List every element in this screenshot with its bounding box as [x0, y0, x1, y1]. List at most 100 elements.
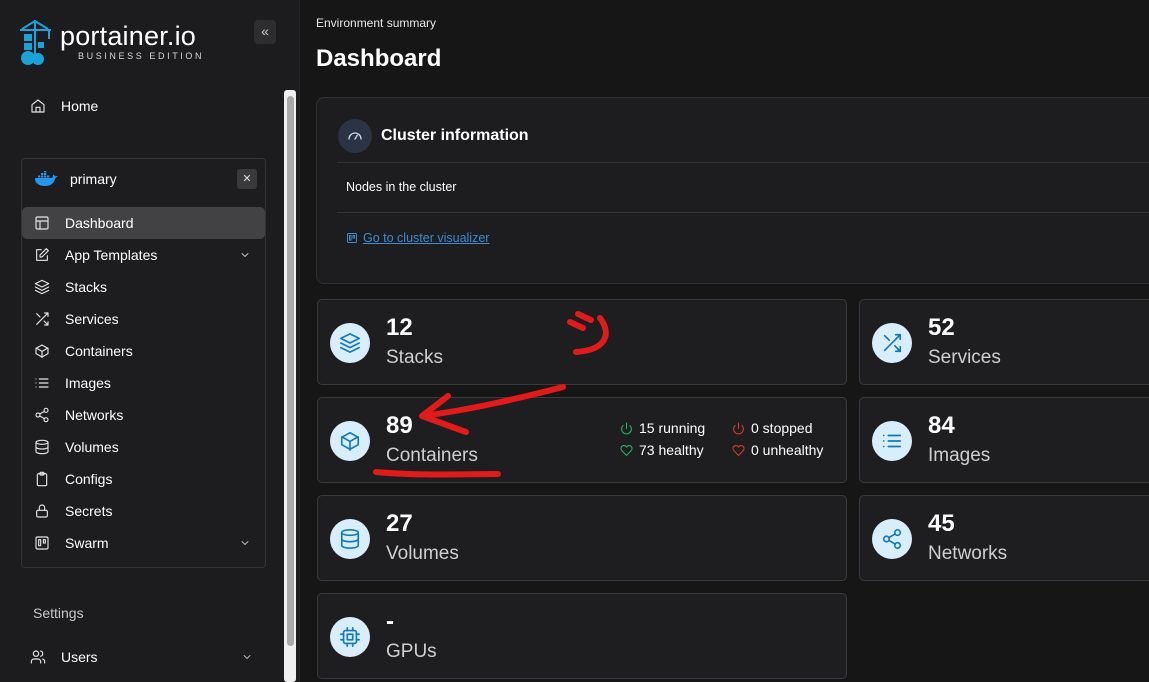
volumes-count: 27	[386, 510, 413, 537]
healthy-count: 73 healthy	[639, 442, 704, 458]
chevron-down-icon[interactable]	[241, 651, 253, 663]
trello-icon	[347, 233, 357, 243]
sidebar-item-label: App Templates	[65, 247, 158, 263]
running-status: 15 running	[620, 420, 705, 436]
containers-label: Containers	[386, 445, 478, 466]
volumes-card[interactable]: 27 Volumes	[317, 495, 847, 581]
sidebar: portainer.io BUSINESS EDITION « Home pri…	[0, 0, 300, 682]
images-count: 84	[928, 412, 955, 439]
sidebar-item-label: Containers	[65, 343, 133, 359]
breadcrumb: Environment summary	[316, 16, 437, 30]
cluster-info-title: Cluster information	[381, 127, 529, 144]
cluster-info-card: Cluster information Nodes in the cluster…	[316, 97, 1149, 284]
docker-icon	[35, 171, 58, 186]
power-icon	[733, 422, 744, 434]
home-icon	[31, 99, 45, 113]
networks-card[interactable]: 45 Networks	[859, 495, 1149, 581]
sidebar-item-configs[interactable]: Configs	[22, 463, 265, 495]
stacks-label: Stacks	[386, 347, 444, 368]
sidebar-item-label: Configs	[65, 471, 113, 487]
images-card[interactable]: 84 Images	[859, 397, 1149, 483]
database-icon	[330, 519, 370, 559]
nodes-in-cluster-label: Nodes in the cluster	[346, 180, 457, 194]
services-count: 52	[928, 314, 955, 341]
sidebar-item-label: Swarm	[65, 535, 109, 551]
services-label: Services	[928, 347, 1001, 368]
sidebar-item-images[interactable]: Images	[22, 367, 265, 399]
close-environment-button[interactable]: ✕	[237, 169, 257, 189]
shuffle-icon	[36, 312, 49, 326]
list-icon	[35, 378, 49, 388]
page-title: Dashboard	[316, 45, 442, 72]
portainer-logo[interactable]: portainer.io BUSINESS EDITION	[18, 18, 218, 68]
brand-edition: BUSINESS EDITION	[78, 51, 205, 61]
lock-icon	[36, 504, 48, 518]
unhealthy-status: 0 unhealthy	[732, 442, 823, 458]
sidebar-item-containers[interactable]: Containers	[22, 335, 265, 367]
sidebar-item-services[interactable]: Services	[22, 303, 265, 335]
clipboard-icon	[36, 471, 48, 487]
sidebar-item-users[interactable]: Users	[30, 645, 255, 669]
edit-icon	[36, 248, 49, 261]
unhealthy-count: 0 unhealthy	[751, 442, 824, 458]
images-label: Images	[928, 445, 991, 466]
users-icon	[30, 650, 46, 664]
heart-icon	[620, 444, 633, 456]
sidebar-item-app-templates[interactable]: App Templates	[22, 239, 265, 271]
sidebar-item-label: Dashboard	[65, 215, 134, 231]
list-icon	[872, 421, 912, 461]
sidebar-item-label: Volumes	[65, 439, 119, 455]
trello-icon	[35, 536, 49, 550]
sidebar-item-label: Networks	[65, 407, 124, 423]
layout-icon	[35, 216, 49, 230]
gpus-card[interactable]: - GPUs	[317, 593, 847, 679]
networks-count: 45	[928, 510, 955, 537]
sidebar-item-dashboard[interactable]: Dashboard	[22, 207, 265, 239]
stacks-card[interactable]: 12 Stacks	[317, 299, 847, 385]
settings-section-title: Settings	[33, 605, 84, 621]
divider	[337, 212, 1149, 213]
collapse-sidebar-button[interactable]: «	[254, 20, 276, 44]
power-icon	[621, 422, 632, 434]
volumes-label: Volumes	[386, 543, 459, 564]
sidebar-item-label: Stacks	[65, 279, 108, 295]
stopped-status: 0 stopped	[732, 420, 813, 436]
stacks-count: 12	[386, 314, 413, 341]
layers-icon	[34, 279, 50, 295]
stopped-count: 0 stopped	[751, 420, 813, 436]
environment-header: primary	[34, 171, 117, 187]
services-card[interactable]: 52 Services	[859, 299, 1149, 385]
gpus-count: -	[386, 608, 394, 635]
sidebar-item-volumes[interactable]: Volumes	[22, 431, 265, 463]
heart-icon	[732, 444, 745, 456]
chevron-down-icon[interactable]	[239, 537, 251, 549]
sidebar-scrollbar-thumb[interactable]	[287, 96, 294, 646]
cluster-visualizer-link[interactable]: Go to cluster visualizer	[346, 231, 489, 245]
sidebar-item-label: Users	[61, 649, 98, 665]
divider	[337, 162, 1149, 163]
share-icon	[35, 407, 49, 423]
healthy-status: 73 healthy	[620, 442, 704, 458]
environment-panel: primary ✕ Dashboard App Templates Stacks…	[21, 158, 266, 568]
networks-label: Networks	[928, 543, 1008, 564]
chevron-down-icon[interactable]	[239, 249, 251, 261]
cpu-icon	[330, 617, 370, 657]
database-icon	[35, 439, 49, 455]
cluster-visualizer-link-label: Go to cluster visualizer	[363, 231, 490, 245]
containers-card[interactable]: 89 Containers 15 running 73 healthy 0 st…	[317, 397, 847, 483]
gpus-label: GPUs	[386, 641, 437, 662]
sidebar-item-home[interactable]: Home	[30, 94, 98, 118]
share-icon	[872, 519, 912, 559]
sidebar-item-stacks[interactable]: Stacks	[22, 271, 265, 303]
sidebar-item-swarm[interactable]: Swarm	[22, 527, 265, 559]
crane-logo-icon	[20, 20, 51, 65]
sidebar-item-networks[interactable]: Networks	[22, 399, 265, 431]
sidebar-item-label: Secrets	[65, 503, 113, 519]
sidebar-item-label: Images	[65, 375, 111, 391]
environment-name: primary	[70, 171, 117, 187]
layers-icon	[330, 323, 370, 363]
sidebar-item-secrets[interactable]: Secrets	[22, 495, 265, 527]
brand-name: portainer.io	[60, 21, 196, 51]
sidebar-item-label: Services	[65, 311, 119, 327]
gauge-icon	[338, 119, 372, 153]
